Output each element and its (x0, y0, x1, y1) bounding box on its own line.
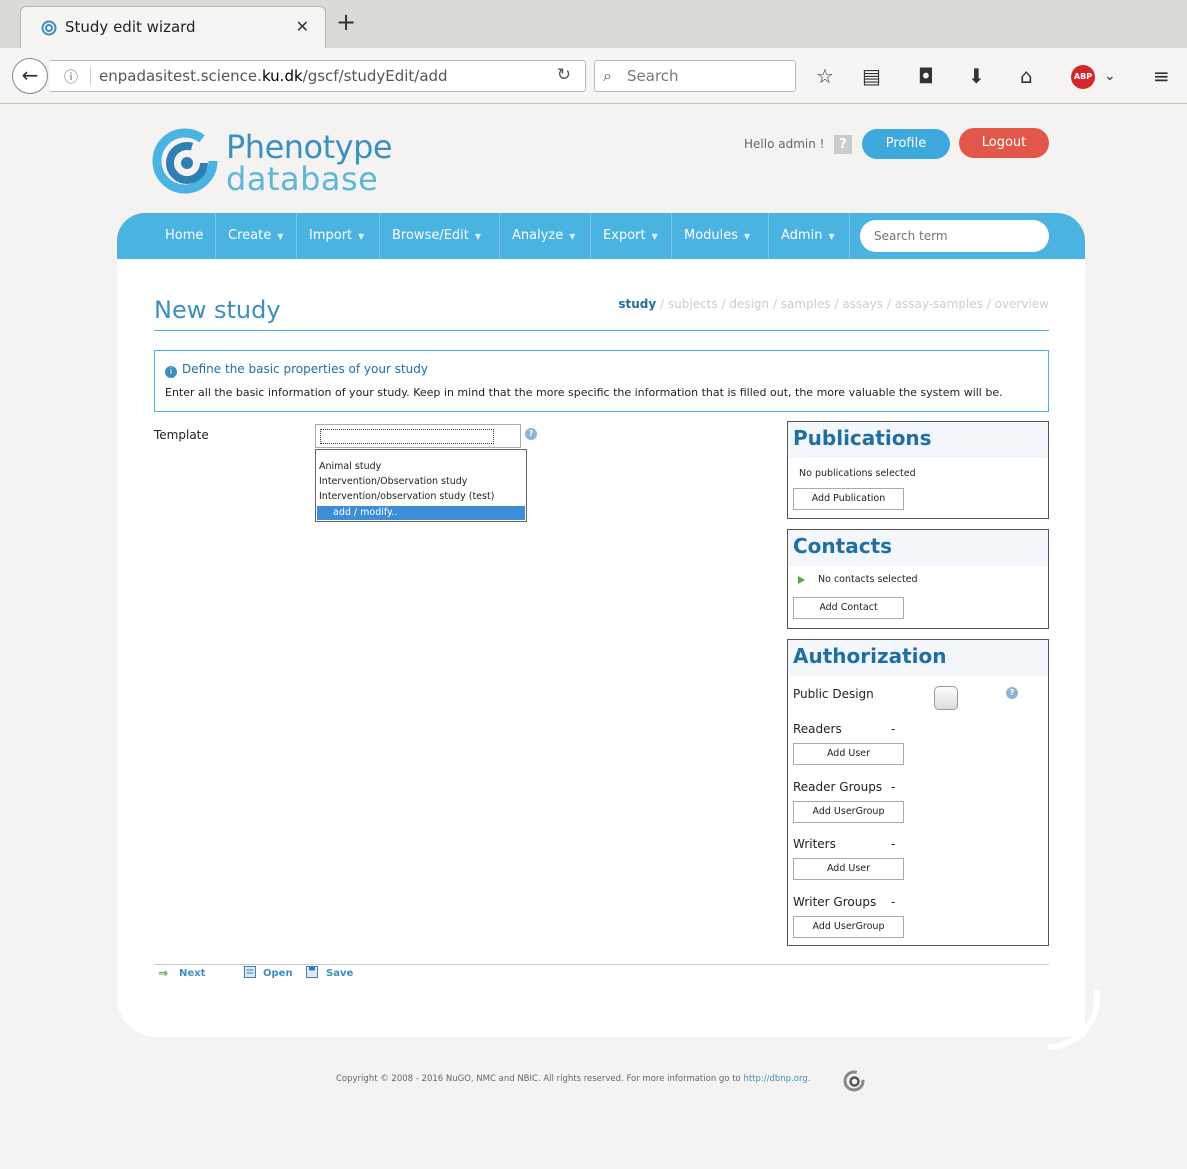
menu-admin[interactable]: Admin ▼ (769, 213, 850, 259)
info-icon: i (165, 366, 177, 378)
public-design-checkbox[interactable] (934, 686, 958, 710)
publications-panel: Publications No publications selected Ad… (787, 421, 1049, 519)
adblock-icon[interactable]: ABP (1071, 65, 1095, 89)
public-design-help-icon[interactable]: ? (1006, 687, 1018, 699)
reload-icon[interactable]: ↻ (557, 65, 571, 85)
footer-logo-icon (843, 1070, 865, 1092)
info-text: Enter all the basic information of your … (165, 386, 1003, 399)
step-overview[interactable]: overview (995, 297, 1049, 311)
logout-button[interactable]: Logout (959, 128, 1049, 158)
focus-ring (320, 429, 494, 444)
home-icon[interactable]: ⌂ (1020, 64, 1033, 88)
template-dropdown: Animal study Intervention/Observation st… (315, 449, 527, 522)
add-publication-button[interactable]: Add Publication (793, 488, 904, 510)
step-samples[interactable]: samples (781, 297, 831, 311)
writer-groups-value: - (891, 895, 896, 909)
contacts-panel: Contacts No contacts selected Add Contac… (787, 529, 1049, 629)
phenotype-favicon-icon (41, 20, 57, 36)
template-help-icon[interactable]: ? (525, 428, 537, 440)
template-option[interactable]: Intervention/observation study (test) (319, 491, 494, 502)
greeting-text: Hello admin ! (744, 137, 825, 151)
download-arrow-icon[interactable]: ⬇ (968, 64, 985, 88)
reader-list-icon[interactable]: ▤ (862, 64, 881, 88)
writers-value: - (891, 837, 896, 851)
publications-title: Publications (793, 426, 932, 450)
phenotype-logo-icon (152, 128, 218, 194)
back-arrow-icon[interactable]: ← (12, 58, 48, 94)
menu-import[interactable]: Import ▼ (297, 213, 380, 259)
profile-button[interactable]: Profile (862, 129, 950, 159)
writer-groups-label: Writer Groups (793, 895, 877, 909)
template-select[interactable] (315, 424, 521, 448)
copyright-text: Copyright © 2008 - 2016 NuGO, NMC and NB… (336, 1074, 811, 1084)
add-contact-button[interactable]: Add Contact (793, 597, 904, 619)
step-assays[interactable]: assays (842, 297, 883, 311)
url-text[interactable]: enpadasitest.science.ku.dk/gscf/studyEdi… (90, 67, 448, 85)
menu-browse-edit[interactable]: Browse/Edit ▼ (380, 213, 500, 259)
new-tab-icon[interactable]: + (336, 8, 356, 36)
writers-label: Writers (793, 837, 836, 851)
menu-modules[interactable]: Modules ▼ (672, 213, 769, 259)
next-arrow-icon: ⇒ (158, 966, 169, 980)
add-reader-button[interactable]: Add User (793, 743, 904, 765)
authorization-panel: Authorization Public Design ? Readers - … (787, 639, 1049, 946)
step-study[interactable]: study (618, 297, 656, 311)
reader-groups-value: - (891, 780, 896, 794)
info-icon[interactable]: ⓘ (64, 67, 78, 87)
dbnp-link[interactable]: http://dbnp.org. (743, 1074, 810, 1084)
hamburger-menu-icon[interactable]: ≡ (1153, 64, 1170, 88)
open-link[interactable]: Open (263, 968, 293, 979)
add-writer-group-button[interactable]: Add UserGroup (793, 916, 904, 938)
step-design[interactable]: design (729, 297, 769, 311)
wizard-steps: study / subjects / design / samples / as… (618, 297, 1049, 311)
menu-home[interactable]: Home (153, 213, 216, 259)
title-divider (154, 330, 1049, 331)
authorization-title: Authorization (793, 644, 947, 668)
reader-groups-label: Reader Groups (793, 780, 883, 794)
step-subjects[interactable]: subjects (668, 297, 718, 311)
close-tab-icon[interactable]: ✕ (296, 17, 309, 36)
open-document-icon (244, 966, 256, 978)
browser-tab[interactable]: Study edit wizard ✕ (20, 6, 326, 48)
readers-label: Readers (793, 722, 842, 736)
info-box: i Define the basic properties of your stu… (154, 350, 1049, 412)
no-contacts-text: No contacts selected (818, 574, 918, 585)
bookmark-star-icon[interactable]: ☆ (816, 64, 834, 88)
decorative-swirl (1048, 990, 1100, 1050)
step-assay-samples[interactable]: assay-samples (895, 297, 983, 311)
save-disk-icon (306, 966, 318, 978)
template-option-add-modify[interactable]: add / modify.. (317, 506, 525, 520)
menu-create[interactable]: Create ▼ (216, 213, 297, 259)
menu-export[interactable]: Export ▼ (591, 213, 672, 259)
footer-divider (154, 964, 1049, 965)
main-menu: Home Create ▼ Import ▼ Browse/Edit ▼ Analyz… (117, 213, 1085, 259)
template-option[interactable]: Animal study (319, 461, 381, 472)
menu-analyze[interactable]: Analyze ▼ (500, 213, 591, 259)
phenotype-logo[interactable]: Phenotype database (152, 128, 412, 198)
tab-title: Study edit wizard (65, 18, 196, 36)
help-icon[interactable]: ? (834, 135, 852, 154)
search-icon: ⌕ (603, 66, 612, 85)
info-title: i Define the basic properties of your stu… (165, 362, 428, 378)
arrow-right-icon (798, 576, 805, 584)
logo-text-database: database (226, 160, 379, 198)
browser-toolbar: ← ⓘ enpadasitest.science.ku.dk/gscf/stud… (0, 48, 1187, 104)
browser-tab-strip: Study edit wizard ✕ + (0, 0, 1187, 48)
url-bar[interactable]: ⓘ enpadasitest.science.ku.dk/gscf/studyE… (50, 60, 586, 92)
search-term-input[interactable] (860, 220, 1049, 252)
save-link[interactable]: Save (326, 968, 353, 979)
template-label: Template (154, 428, 209, 442)
page-title: New study (154, 296, 281, 324)
browser-search-input[interactable]: ⌕ Search (594, 60, 796, 92)
pocket-icon[interactable]: ◘ (918, 64, 934, 88)
readers-value: - (891, 722, 896, 736)
add-reader-group-button[interactable]: Add UserGroup (793, 801, 904, 823)
contacts-title: Contacts (793, 534, 893, 558)
no-publications-text: No publications selected (799, 468, 916, 479)
public-design-label: Public Design (793, 687, 874, 701)
template-option[interactable]: Intervention/Observation study (319, 476, 467, 487)
next-link[interactable]: Next (179, 968, 205, 979)
add-writer-button[interactable]: Add User (793, 858, 904, 880)
chevron-down-icon[interactable]: ⌄ (1104, 68, 1116, 84)
